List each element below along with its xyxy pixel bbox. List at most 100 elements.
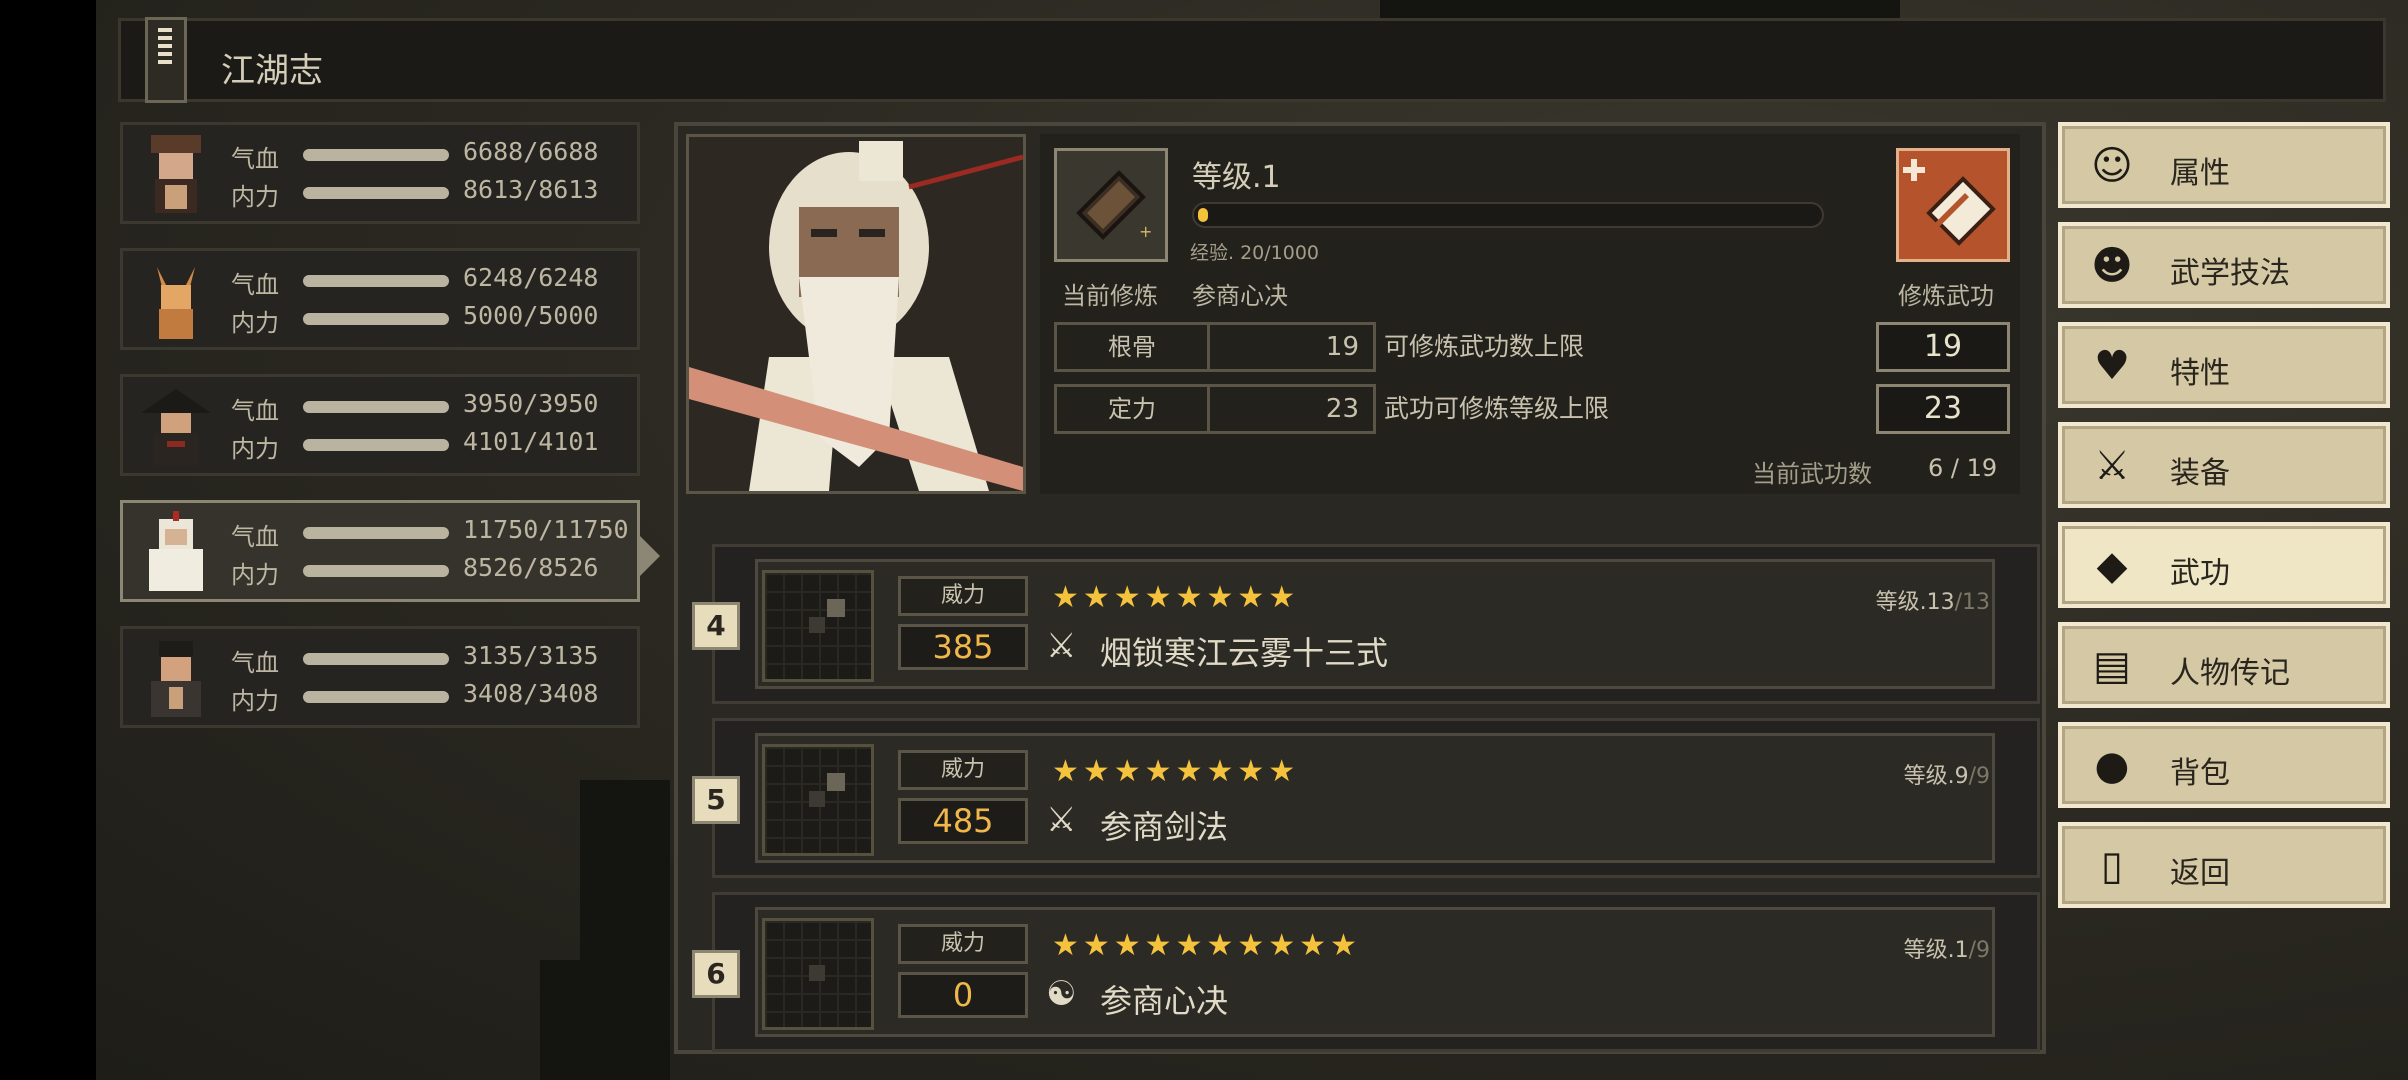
skill-name: 参商剑法 <box>1100 808 1229 846</box>
menu-techniques[interactable]: ☻ 武学技法 <box>2058 222 2390 308</box>
hp-bar <box>303 401 449 413</box>
party-member-4-selected[interactable]: 气血 11750/11750 内力 8526/8526 <box>120 500 640 602</box>
skill-level-max: /13 <box>1954 590 1990 615</box>
menu-martial-arts[interactable]: ◆ 武功 <box>2058 522 2390 608</box>
bag-icon: ● <box>2094 743 2130 789</box>
sword-icon: ⚔ <box>1046 626 1077 666</box>
skill-level: 等级.9/9 <box>1840 758 1990 790</box>
hp-label: 气血 <box>231 397 279 425</box>
power-value: 485 <box>898 798 1028 844</box>
grid-center <box>809 965 825 981</box>
avatar <box>141 389 211 465</box>
menu-biography[interactable]: ▤ 人物传记 <box>2058 622 2390 708</box>
menu-traits[interactable]: ♥ 特性 <box>2058 322 2390 408</box>
mp-bar <box>303 187 449 199</box>
stat-limit: 19 <box>1876 322 2010 372</box>
skill-index-badge: 4 <box>692 602 740 650</box>
hp-bar <box>303 653 449 665</box>
avatar <box>151 135 201 213</box>
stat-limit: 23 <box>1876 384 2010 434</box>
character-portrait <box>686 134 1026 494</box>
menu-label: 人物传记 <box>2170 656 2290 691</box>
mp-label: 内力 <box>231 309 279 337</box>
skill-level-current: 等级.9 <box>1903 764 1969 789</box>
current-training-label: 当前修炼 <box>1062 282 1158 310</box>
star-rating: ★★★★★★★★★★ <box>1052 928 1361 963</box>
add-book-icon <box>1903 159 1996 246</box>
exp-bar <box>1192 202 1824 228</box>
hp-value: 3135/3135 <box>463 641 599 670</box>
party-member-1[interactable]: 气血 6688/6688 内力 8613/8613 <box>120 122 640 224</box>
title-bar: 江湖志 <box>118 17 2386 103</box>
power-label: 威力 <box>898 576 1028 616</box>
mp-value: 8613/8613 <box>463 175 599 204</box>
skill-level-max: /9 <box>1968 938 1990 963</box>
star-rating: ★★★★★★★★ <box>1052 754 1300 789</box>
menu-label: 属性 <box>2170 156 2230 191</box>
menu-label: 装备 <box>2170 456 2230 491</box>
cultivation-info <box>1040 134 2020 494</box>
scroll-icon: ▤ <box>2093 643 2131 689</box>
stat-row-focus: 定力 23 武功可修炼等级上限 23 <box>1054 384 2010 434</box>
trait-icon: ♥ <box>2094 343 2130 389</box>
mp-label: 内力 <box>231 183 279 211</box>
technique-icon: ☻ <box>2091 243 2133 289</box>
skill-count-label: 当前武功数 <box>1752 460 1872 488</box>
power-label: 威力 <box>898 750 1028 790</box>
avatar <box>149 511 203 591</box>
skill-index-badge: 5 <box>692 776 740 824</box>
book-icon: ◆ <box>2096 543 2128 589</box>
mp-label: 内力 <box>231 561 279 589</box>
menu-label: 武功 <box>2170 556 2230 591</box>
stat-description: 可修炼武功数上限 <box>1384 332 1585 361</box>
game-screen: 江湖志 气血 6688/6688 内力 8613/8613 气血 6248/62… <box>0 0 2408 1080</box>
train-skill-button[interactable] <box>1896 148 2010 262</box>
party-member-3[interactable]: 气血 3950/3950 内力 4101/4101 <box>120 374 640 476</box>
selection-arrow <box>638 534 660 578</box>
stat-value: 23 <box>1210 384 1376 434</box>
hp-value: 11750/11750 <box>463 515 629 544</box>
stat-description: 武功可修炼等级上限 <box>1384 394 1610 423</box>
stat-row-bone: 根骨 19 可修炼武功数上限 19 <box>1054 322 2010 372</box>
grid-center <box>809 617 825 633</box>
mp-bar <box>303 439 449 451</box>
skill-grid-icon <box>762 570 874 682</box>
stat-name: 根骨 <box>1054 322 1210 372</box>
skill-name: 参商心决 <box>1100 982 1229 1020</box>
skill-name: 烟锁寒江云雾十三式 <box>1100 634 1389 672</box>
current-training-value: 参商心决 <box>1192 282 1288 310</box>
power-value: 385 <box>898 624 1028 670</box>
power-label: 威力 <box>898 924 1028 964</box>
hp-label: 气血 <box>231 649 279 677</box>
hp-value: 3950/3950 <box>463 389 599 418</box>
current-manual-tile[interactable]: + <box>1054 148 1168 262</box>
journal-icon[interactable] <box>145 17 187 103</box>
sword-icon: ⚔ <box>1046 800 1077 840</box>
menu-inventory[interactable]: ● 背包 <box>2058 722 2390 808</box>
skill-count-value: 6 / 19 <box>1928 454 1998 482</box>
mp-value: 8526/8526 <box>463 553 599 582</box>
page-title: 江湖志 <box>221 51 323 91</box>
grid-cell <box>827 773 845 791</box>
mp-label: 内力 <box>231 687 279 715</box>
mp-bar <box>303 691 449 703</box>
stat-value: 19 <box>1210 322 1376 372</box>
menu-back[interactable]: ▯ 返回 <box>2058 822 2390 908</box>
mp-value: 5000/5000 <box>463 301 599 330</box>
menu-attributes[interactable]: ☺ 属性 <box>2058 122 2390 208</box>
grid-cell <box>827 599 845 617</box>
skill-index-badge: 6 <box>692 950 740 998</box>
hp-label: 气血 <box>231 145 279 173</box>
menu-equipment[interactable]: ⚔ 装备 <box>2058 422 2390 508</box>
hp-label: 气血 <box>231 523 279 551</box>
letterbox-left <box>0 0 96 1080</box>
mp-value: 3408/3408 <box>463 679 599 708</box>
skill-grid-icon <box>762 744 874 856</box>
mp-bar <box>303 313 449 325</box>
party-member-2[interactable]: 气血 6248/6248 内力 5000/5000 <box>120 248 640 350</box>
power-value: 0 <box>898 972 1028 1018</box>
hp-bar <box>303 527 449 539</box>
party-member-5[interactable]: 气血 3135/3135 内力 3408/3408 <box>120 626 640 728</box>
exp-text: 经验. 20/1000 <box>1190 242 1320 264</box>
hp-value: 6248/6248 <box>463 263 599 292</box>
